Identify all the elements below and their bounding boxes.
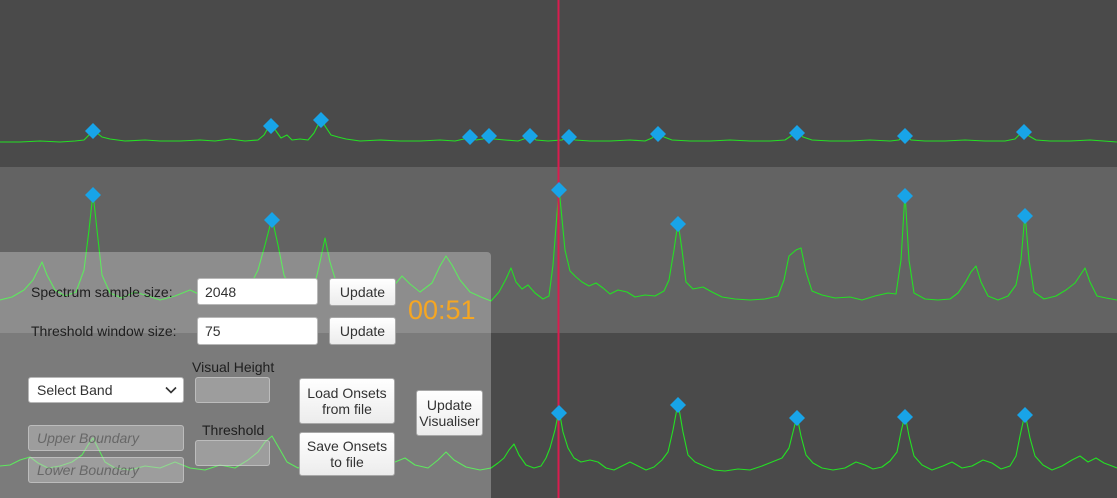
- update-threshold-window-size-button[interactable]: Update: [329, 317, 396, 345]
- spectrum-sample-size-input[interactable]: [197, 278, 318, 305]
- band-select-dropdown[interactable]: Select Band: [28, 377, 184, 403]
- save-onsets-button[interactable]: Save Onsets to file: [299, 432, 395, 476]
- visual-height-input[interactable]: [195, 377, 270, 403]
- update-spectrum-sample-size-button[interactable]: Update: [329, 278, 396, 306]
- elapsed-time: 00:51: [408, 295, 476, 325]
- visual-height-label: Visual Height: [192, 359, 275, 375]
- update-visualiser-button[interactable]: Update Visualiser: [416, 390, 483, 436]
- lower-boundary-input[interactable]: [28, 457, 184, 483]
- threshold-label: Threshold: [202, 422, 265, 438]
- threshold-window-size-label: Threshold window size:: [31, 323, 177, 339]
- upper-boundary-input[interactable]: [28, 425, 184, 451]
- threshold-input[interactable]: [195, 440, 270, 466]
- control-panel: Spectrum sample size: Update 00:51 Thres…: [0, 252, 491, 498]
- spectrum-sample-size-label: Spectrum sample size:: [31, 284, 173, 300]
- threshold-window-size-input[interactable]: [197, 317, 318, 345]
- chevron-down-icon: [165, 386, 177, 394]
- band-select-value: Select Band: [37, 382, 113, 398]
- load-onsets-button[interactable]: Load Onsets from file: [299, 378, 395, 424]
